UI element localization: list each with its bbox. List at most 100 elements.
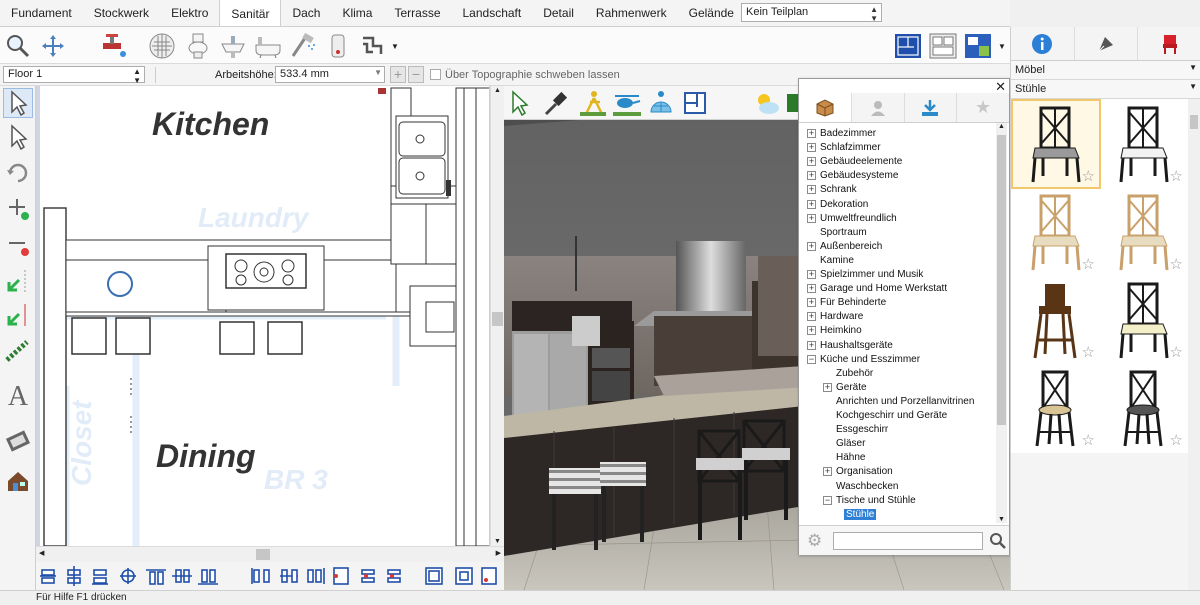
select-group-icon[interactable]: [3, 122, 33, 152]
favorite-star-icon[interactable]: ☆: [1082, 167, 1095, 185]
eyedropper-icon[interactable]: [540, 88, 570, 118]
chair-thumbnail[interactable]: ☆: [1013, 365, 1099, 451]
water-heater-icon[interactable]: [323, 31, 353, 61]
tree-item[interactable]: + Umweltfreundlich: [807, 212, 897, 226]
tab-stockwerk[interactable]: Stockwerk: [83, 0, 160, 26]
valve-icon[interactable]: [100, 31, 130, 61]
favorite-star-icon[interactable]: ☆: [1082, 431, 1095, 449]
fill-pattern-icon[interactable]: [3, 336, 33, 366]
right-panel-scrollbar[interactable]: [1188, 99, 1200, 599]
plan-view-icon[interactable]: [893, 31, 923, 61]
tab-catalog[interactable]: [799, 93, 852, 122]
tree-item[interactable]: + Haushaltsgeräte: [807, 339, 893, 353]
tab-pen[interactable]: [1075, 27, 1139, 60]
plan-vertical-scrollbar[interactable]: ▲ ▼: [490, 86, 504, 546]
tab-gelände[interactable]: Gelände: [678, 0, 745, 26]
select-arrow-icon[interactable]: [3, 88, 33, 118]
sun-weather-icon[interactable]: [752, 88, 782, 118]
tree-item[interactable]: + Gebäudesysteme: [807, 169, 898, 183]
tab-sanitär[interactable]: Sanitär: [219, 0, 282, 26]
tree-item[interactable]: Zubehör: [823, 367, 873, 381]
floor-select[interactable]: Floor 1 ▲ ▼: [3, 66, 145, 85]
scroll-down-icon[interactable]: ▼: [494, 538, 501, 545]
dropdown-arrow-icon-2[interactable]: ▼: [995, 31, 1009, 61]
walkthrough-icon[interactable]: [578, 88, 608, 118]
sink-icon[interactable]: [218, 31, 248, 61]
tree-item[interactable]: + Garage und Home Werkstatt: [807, 282, 947, 296]
library-search-input[interactable]: [833, 532, 983, 550]
tab-favorites[interactable]: ★: [957, 93, 1009, 122]
bathtub-icon[interactable]: [253, 31, 283, 61]
camera-film-icon[interactable]: [3, 426, 33, 456]
join-line-icon[interactable]: [3, 300, 33, 330]
plan-horizontal-scrollbar[interactable]: ◀ ▶: [36, 546, 504, 562]
select-objects-3d-icon[interactable]: [506, 88, 536, 118]
favorite-star-icon[interactable]: ☆: [1170, 167, 1183, 185]
material-list-icon[interactable]: [963, 31, 993, 61]
tab-rahmenwerk[interactable]: Rahmenwerk: [585, 0, 678, 26]
tab-elektro[interactable]: Elektro: [160, 0, 219, 26]
chair-thumbnail[interactable]: ☆: [1101, 277, 1187, 363]
search-icon[interactable]: [989, 532, 1006, 549]
favorite-star-icon[interactable]: ☆: [1082, 343, 1095, 361]
favorite-star-icon[interactable]: ☆: [1082, 255, 1095, 273]
scroll-up-icon[interactable]: ▲: [998, 123, 1005, 130]
tree-item[interactable]: + Dekoration: [807, 198, 868, 212]
rotate-icon[interactable]: [3, 158, 33, 188]
tab-user[interactable]: [851, 93, 905, 122]
scroll-right-icon[interactable]: ▶: [496, 549, 501, 557]
plus-icon[interactable]: +: [390, 66, 406, 83]
tree-item[interactable]: + Schlafzimmer: [807, 141, 881, 155]
add-point-icon[interactable]: [3, 194, 33, 224]
layout-view-icon[interactable]: [928, 31, 958, 61]
chair-thumbnail[interactable]: ☆: [1011, 99, 1101, 189]
tree-item[interactable]: + Schrank: [807, 183, 857, 197]
tree-item[interactable]: + Hardware: [807, 310, 863, 324]
chair-thumbnail[interactable]: ☆: [1013, 277, 1099, 363]
expand-icon[interactable]: +: [807, 270, 816, 279]
category-select[interactable]: Möbel ▼: [1011, 61, 1200, 80]
chair-thumbnail[interactable]: ☆: [1101, 365, 1187, 451]
tab-landschaft[interactable]: Landschaft: [452, 0, 533, 26]
tab-detail[interactable]: Detail: [532, 0, 585, 26]
tree-item[interactable]: Sportraum: [807, 226, 867, 240]
expand-icon[interactable]: +: [807, 298, 816, 308]
collapse-icon[interactable]: −: [807, 354, 816, 364]
break-line-icon[interactable]: [3, 266, 33, 296]
tab-fundament[interactable]: Fundament: [0, 0, 83, 26]
collapse-icon[interactable]: −: [823, 495, 832, 505]
plan-select[interactable]: Kein Teilplan ▲ ▼: [741, 3, 882, 23]
tree-item[interactable]: + Spielzimmer und Musik: [807, 268, 923, 282]
tree-item[interactable]: Essgeschirr: [823, 423, 888, 437]
shower-icon[interactable]: [288, 31, 318, 61]
tree-item[interactable]: + Heimkino: [807, 324, 862, 338]
tree-item[interactable]: Kochgeschirr und Geräte: [823, 409, 947, 423]
scroll-thumb[interactable]: [256, 549, 270, 560]
expand-icon[interactable]: +: [807, 213, 816, 223]
helicopter-icon[interactable]: [612, 88, 642, 118]
scroll-thumb[interactable]: [1190, 115, 1198, 129]
scroll-up-icon[interactable]: ▲: [494, 87, 501, 94]
dropdown-arrow-icon[interactable]: ▼: [388, 31, 402, 61]
expand-icon[interactable]: +: [807, 199, 816, 209]
text-icon[interactable]: A: [3, 381, 33, 412]
floor-plan-camera-icon[interactable]: [680, 88, 710, 118]
tree-item[interactable]: − Tische und Stühle: [823, 494, 916, 508]
tree-item[interactable]: Anrichten und Porzellanvitrinen: [823, 395, 974, 409]
plan-view[interactable]: Kitchen Laundry Dining Closet BR 3: [36, 86, 490, 546]
tab-klima[interactable]: Klima: [331, 0, 383, 26]
expand-icon[interactable]: +: [807, 241, 816, 251]
favorite-star-icon[interactable]: ☆: [1170, 255, 1183, 273]
tree-item[interactable]: Kamine: [807, 254, 854, 268]
house-icon[interactable]: [3, 466, 33, 496]
subcategory-select[interactable]: Stühle ▼: [1011, 80, 1200, 99]
expand-icon[interactable]: +: [807, 340, 816, 350]
remove-point-icon[interactable]: [3, 230, 33, 260]
minus-icon[interactable]: −: [408, 66, 424, 83]
tree-item[interactable]: + Geräte: [823, 381, 867, 395]
pan-icon[interactable]: [38, 31, 68, 61]
chair-thumbnail[interactable]: ☆: [1013, 189, 1099, 275]
expand-icon[interactable]: +: [807, 129, 816, 138]
expand-icon[interactable]: +: [823, 467, 832, 477]
tree-item[interactable]: Esszimmergruppen: [839, 522, 930, 524]
